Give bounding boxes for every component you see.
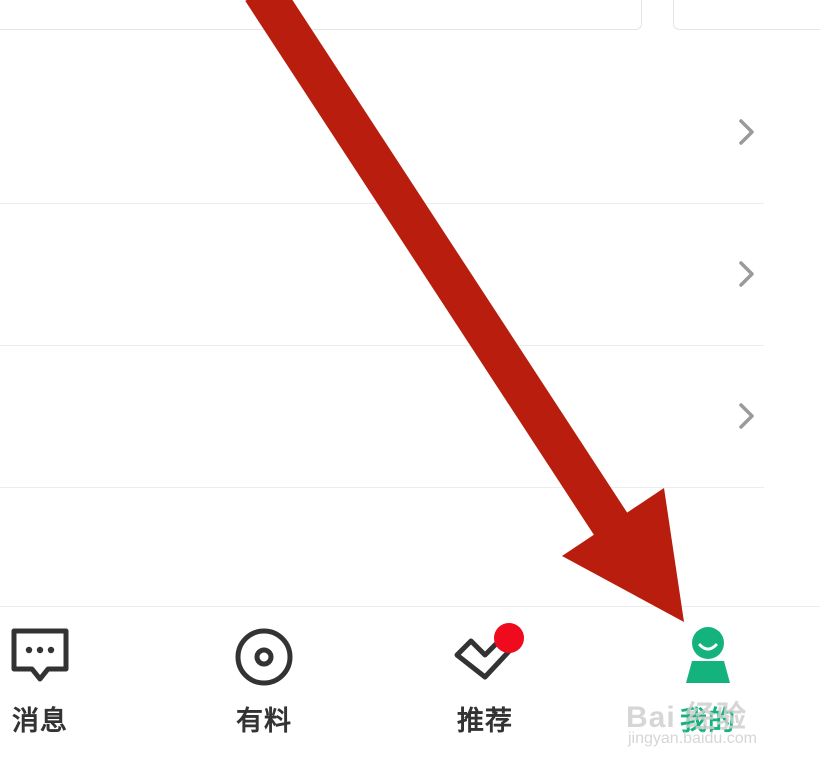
- chevron-right-icon: [736, 402, 758, 430]
- tab-label: 消息: [12, 706, 68, 737]
- screen: 消息 有料 推荐 我的 Bai 经验 jingyan.baidu.com: [0, 0, 820, 768]
- message-bubble-icon: [8, 625, 72, 691]
- notification-badge: [494, 623, 524, 653]
- tab-discover[interactable]: 有料: [199, 625, 329, 745]
- settings-list: [0, 62, 764, 488]
- chevron-right-icon: [736, 118, 758, 146]
- target-circle-icon: [232, 625, 296, 691]
- tab-recommend[interactable]: 推荐: [420, 623, 550, 745]
- tab-label: 我的: [680, 706, 736, 737]
- tab-messages[interactable]: 消息: [0, 625, 105, 745]
- chevron-right-icon: [736, 260, 758, 288]
- list-item[interactable]: [0, 62, 764, 204]
- list-item[interactable]: [0, 204, 764, 346]
- tab-me[interactable]: 我的: [643, 625, 773, 745]
- tab-label: 有料: [236, 706, 292, 737]
- tab-label: 推荐: [457, 706, 513, 737]
- top-card-right[interactable]: [673, 0, 820, 30]
- top-card-left[interactable]: [0, 0, 642, 30]
- person-icon: [676, 625, 740, 691]
- list-item[interactable]: [0, 346, 764, 488]
- bottom-tab-bar: 消息 有料 推荐 我的: [0, 606, 820, 768]
